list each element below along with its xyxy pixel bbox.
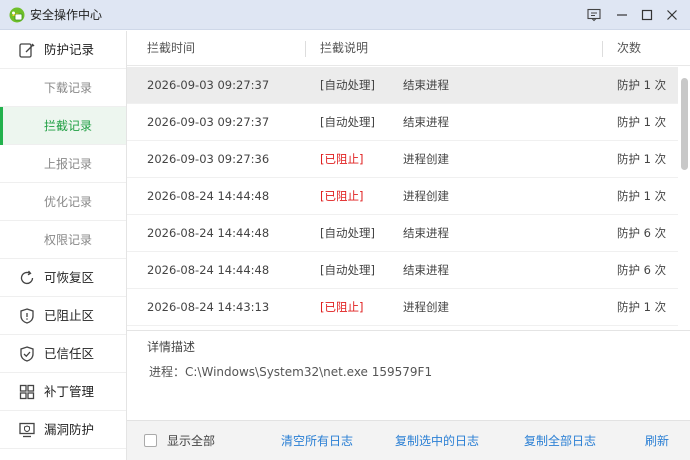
column-divider[interactable] [602, 41, 603, 57]
show-all-checkbox[interactable] [144, 434, 157, 447]
grid-icon [18, 383, 36, 401]
row-count: 防护 6 次 [617, 263, 667, 277]
row-status: [已阻止] [320, 152, 364, 166]
row-status: [自动处理] [320, 78, 375, 92]
shield-check-icon [18, 345, 36, 363]
sidebar-item-vulnerability-protection[interactable]: 漏洞防护 [0, 411, 126, 449]
sidebar-item-blocked-area[interactable]: 已阻止区 [0, 297, 126, 335]
table-row[interactable]: 2026-09-03 09:27:36 [已阻止] 进程创建 防护 1 次 [127, 141, 678, 178]
title-bar: 安全操作中心 [0, 0, 690, 30]
table-row[interactable]: 2026-08-24 14:43:13 [已阻止] 进程创建 防护 1 次 [127, 289, 678, 326]
row-time: 2026-08-24 14:43:13 [147, 300, 270, 314]
row-count: 防护 6 次 [617, 226, 667, 240]
row-time: 2026-09-03 09:27:36 [147, 152, 270, 166]
row-time: 2026-08-24 14:44:48 [147, 226, 270, 240]
close-icon[interactable] [661, 4, 683, 26]
sidebar-item-trusted-area[interactable]: 已信任区 [0, 335, 126, 373]
row-status: [已阻止] [320, 300, 364, 314]
scrollbar-thumb[interactable] [681, 78, 688, 170]
row-time: 2026-08-24 14:44:48 [147, 189, 270, 203]
feedback-icon[interactable] [583, 4, 605, 26]
copy-all-logs-link[interactable]: 复制全部日志 [524, 434, 596, 448]
table-row[interactable]: 2026-09-03 09:27:37 [自动处理] 结束进程 防护 1 次 [127, 67, 678, 104]
table-header: 拦截时间 拦截说明 次数 [127, 31, 690, 66]
row-count: 防护 1 次 [617, 78, 667, 92]
sidebar-sub-permission-records[interactable]: 权限记录 [0, 221, 126, 259]
row-action: 进程创建 [403, 300, 449, 314]
row-status: [自动处理] [320, 263, 375, 277]
copy-selected-logs-link[interactable]: 复制选中的日志 [395, 434, 479, 448]
row-count: 防护 1 次 [617, 300, 667, 314]
table-row[interactable]: 2026-08-24 14:44:48 [自动处理] 结束进程 防护 6 次 [127, 215, 678, 252]
sidebar-sub-intercept-records[interactable]: 拦截记录 [0, 107, 126, 145]
minimize-icon[interactable] [611, 4, 633, 26]
row-count: 防护 1 次 [617, 152, 667, 166]
window-title: 安全操作中心 [30, 8, 103, 22]
row-time: 2026-09-03 09:27:37 [147, 115, 270, 129]
detail-process-path: 进程：C:\Windows\System32\net.exe 159579F1 [149, 365, 433, 379]
row-action: 结束进程 [403, 115, 449, 129]
sidebar-sub-report-records[interactable]: 上报记录 [0, 145, 126, 183]
row-action: 结束进程 [403, 78, 449, 92]
row-action: 进程创建 [403, 152, 449, 166]
sidebar-item-restore-area[interactable]: 可恢复区 [0, 259, 126, 297]
detail-title: 详情描述 [147, 340, 196, 354]
sidebar: 防护记录 下载记录 拦截记录 上报记录 优化记录 权限记录 可恢复区 已阻止区 … [0, 31, 127, 460]
show-all-label[interactable]: 显示全部 [167, 434, 215, 448]
column-divider[interactable] [305, 41, 306, 57]
row-status: [已阻止] [320, 189, 364, 203]
monitor-shield-icon [18, 421, 36, 439]
edit-check-icon [18, 41, 36, 59]
table-row[interactable]: 2026-08-24 14:44:48 [自动处理] 结束进程 防护 6 次 [127, 252, 678, 289]
sidebar-item-protection-records[interactable]: 防护记录 [0, 31, 126, 69]
column-header-count[interactable]: 次数 [617, 41, 641, 55]
column-header-description[interactable]: 拦截说明 [320, 41, 368, 55]
detail-panel: 详情描述 进程：C:\Windows\System32\net.exe 1595… [127, 330, 690, 418]
row-count: 防护 1 次 [617, 115, 667, 129]
row-status: [自动处理] [320, 115, 375, 129]
intercept-record-table: 2026-09-03 09:27:37 [自动处理] 结束进程 防护 1 次 2… [127, 67, 678, 329]
sidebar-item-patch-management[interactable]: 补丁管理 [0, 373, 126, 411]
sidebar-sub-download-records[interactable]: 下载记录 [0, 69, 126, 107]
row-action: 进程创建 [403, 189, 449, 203]
sidebar-sub-optimize-records[interactable]: 优化记录 [0, 183, 126, 221]
maximize-icon[interactable] [636, 4, 658, 26]
shield-block-icon [18, 307, 36, 325]
row-action: 结束进程 [403, 263, 449, 277]
restore-icon [18, 269, 36, 287]
refresh-link[interactable]: 刷新 [645, 434, 669, 448]
row-status: [自动处理] [320, 226, 375, 240]
row-action: 结束进程 [403, 226, 449, 240]
row-time: 2026-09-03 09:27:37 [147, 78, 270, 92]
table-row[interactable]: 2026-08-24 14:44:48 [已阻止] 进程创建 防护 1 次 [127, 178, 678, 215]
row-time: 2026-08-24 14:44:48 [147, 263, 270, 277]
row-count: 防护 1 次 [617, 189, 667, 203]
table-row[interactable]: 2026-09-03 09:27:37 [自动处理] 结束进程 防护 1 次 [127, 104, 678, 141]
column-header-time[interactable]: 拦截时间 [147, 41, 195, 55]
app-logo-icon [9, 7, 25, 23]
footer-bar: 显示全部 清空所有日志 复制选中的日志 复制全部日志 刷新 [127, 420, 690, 460]
clear-all-logs-link[interactable]: 清空所有日志 [281, 434, 353, 448]
